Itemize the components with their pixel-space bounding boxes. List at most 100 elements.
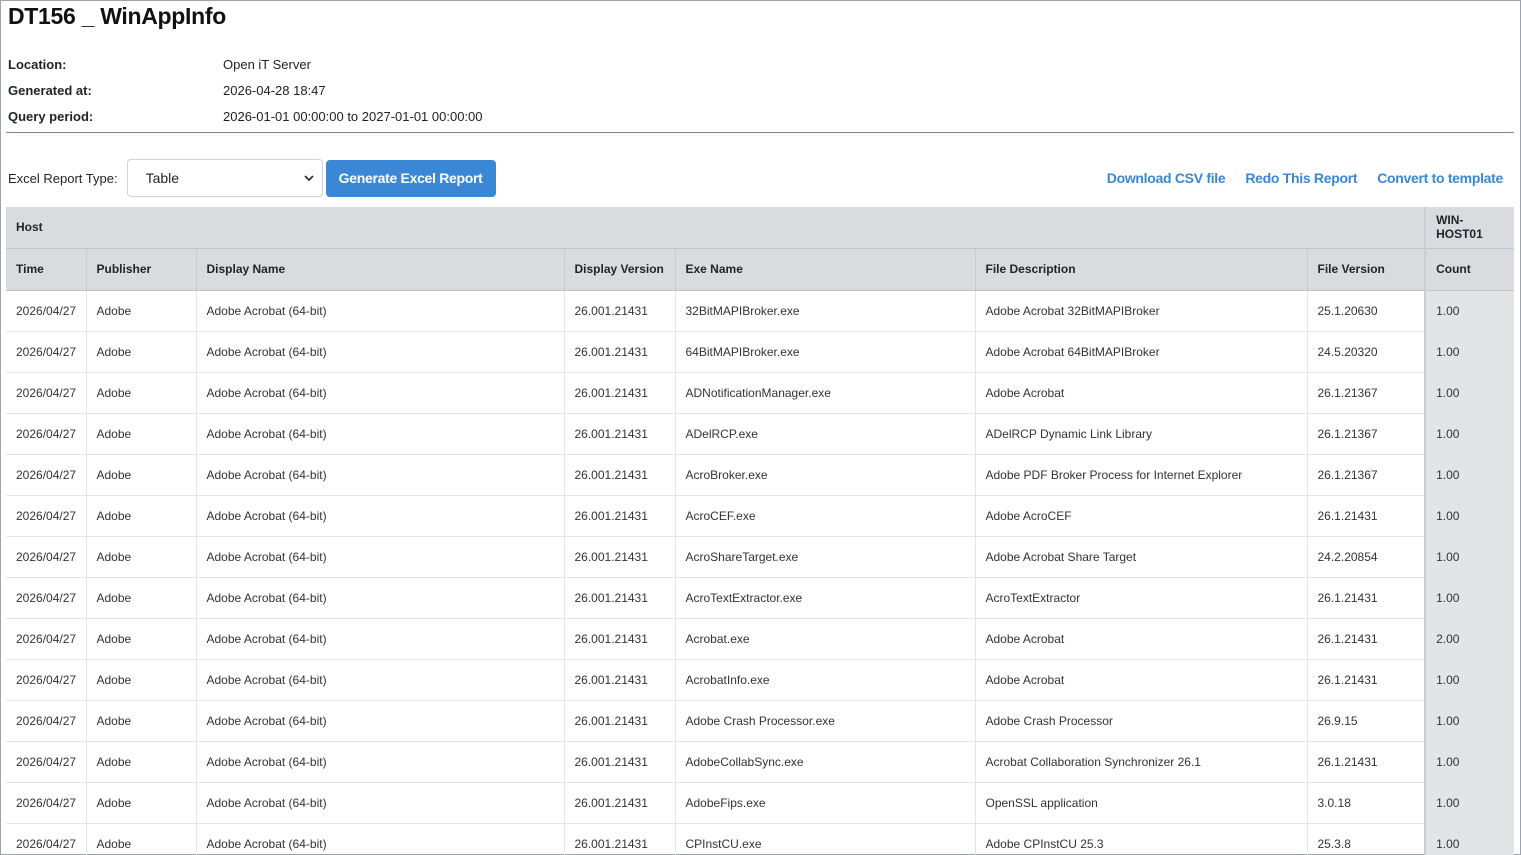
report-table-container[interactable]: Host WIN-HOST01 Time Publisher Display Nam… <box>6 207 1514 855</box>
cell-file-description: Adobe Acrobat 32BitMAPIBroker <box>975 290 1308 332</box>
cell-publisher: Adobe <box>86 536 197 578</box>
cell-display-name: Adobe Acrobat (64-bit) <box>196 495 565 537</box>
cell-time: 2026/04/27 <box>6 618 87 660</box>
cell-time: 2026/04/27 <box>6 372 87 414</box>
cell-file-version: 26.1.21431 <box>1307 659 1426 701</box>
report-type-label: Excel Report Type: <box>8 170 118 186</box>
table-body: 2026/04/27 Adobe Adobe Acrobat (64-bit) 26.… <box>6 290 1514 855</box>
column-header-time[interactable]: Time <box>6 248 87 291</box>
meta-label: Location: <box>8 56 67 72</box>
column-header-exe-name[interactable]: Exe Name <box>675 248 976 291</box>
cell-display-version: 26.001.21431 <box>564 618 676 660</box>
cell-display-version: 26.001.21431 <box>564 700 676 742</box>
meta-label: Generated at: <box>8 82 92 98</box>
cell-display-version: 26.001.21431 <box>564 536 676 578</box>
table-row: 2026/04/27 Adobe Adobe Acrobat (64-bit) 26.… <box>6 700 1514 742</box>
redo-report-link[interactable]: Redo This Report <box>1245 170 1357 186</box>
cell-count: 1.00 <box>1424 782 1514 824</box>
convert-template-link[interactable]: Convert to template <box>1377 170 1503 186</box>
cell-exe-name: 64BitMAPIBroker.exe <box>675 331 976 373</box>
cell-count: 1.00 <box>1424 659 1514 701</box>
table-row: 2026/04/27 Adobe Adobe Acrobat (64-bit) 26.… <box>6 618 1514 660</box>
cell-time: 2026/04/27 <box>6 577 87 619</box>
cell-publisher: Adobe <box>86 495 197 537</box>
cell-exe-name: ADelRCP.exe <box>675 413 976 455</box>
report-type-select[interactable]: Table <box>126 159 323 197</box>
meta-value: Open iT Server <box>223 56 311 72</box>
cell-display-version: 26.001.21431 <box>564 331 676 373</box>
cell-time: 2026/04/27 <box>6 454 87 496</box>
cell-file-description: Acrobat Collaboration Synchronizer 26.1 <box>975 741 1308 783</box>
column-header-count[interactable]: Count <box>1424 248 1514 291</box>
cell-display-version: 26.001.21431 <box>564 454 676 496</box>
cell-file-description: Adobe Acrobat <box>975 618 1308 660</box>
cell-publisher: Adobe <box>86 659 197 701</box>
cell-count: 1.00 <box>1424 495 1514 537</box>
cell-exe-name: Acrobat.exe <box>675 618 976 660</box>
column-header-display-name[interactable]: Display Name <box>196 248 565 291</box>
cell-count: 1.00 <box>1424 536 1514 578</box>
cell-display-name: Adobe Acrobat (64-bit) <box>196 823 565 855</box>
cell-display-version: 26.001.21431 <box>564 290 676 332</box>
meta-generated-at: Generated at: 2026-04-28 18:47 <box>8 77 483 103</box>
cell-exe-name: Adobe Crash Processor.exe <box>675 700 976 742</box>
cell-count: 1.00 <box>1424 372 1514 414</box>
column-header-file-version[interactable]: File Version <box>1307 248 1426 291</box>
cell-publisher: Adobe <box>86 331 197 373</box>
host-header: Host <box>6 207 1426 249</box>
meta-label: Query period: <box>8 108 94 124</box>
host-value: WIN-HOST01 <box>1424 207 1514 249</box>
cell-time: 2026/04/27 <box>6 331 87 373</box>
cell-count: 1.00 <box>1424 823 1514 855</box>
column-header-publisher[interactable]: Publisher <box>86 248 197 291</box>
table-row: 2026/04/27 Adobe Adobe Acrobat (64-bit) 26.… <box>6 290 1514 332</box>
cell-file-description: AcroTextExtractor <box>975 577 1308 619</box>
cell-display-name: Adobe Acrobat (64-bit) <box>196 577 565 619</box>
cell-publisher: Adobe <box>86 741 197 783</box>
cell-file-version: 25.1.20630 <box>1307 290 1426 332</box>
cell-display-name: Adobe Acrobat (64-bit) <box>196 536 565 578</box>
cell-time: 2026/04/27 <box>6 741 87 783</box>
cell-count: 1.00 <box>1424 700 1514 742</box>
cell-count: 1.00 <box>1424 741 1514 783</box>
cell-time: 2026/04/27 <box>6 782 87 824</box>
meta-location: Location: Open iT Server <box>8 51 483 77</box>
cell-exe-name: CPInstCU.exe <box>675 823 976 855</box>
page-title: DT156 _ WinAppInfo <box>8 3 227 29</box>
table-row: 2026/04/27 Adobe Adobe Acrobat (64-bit) 26.… <box>6 413 1514 455</box>
cell-time: 2026/04/27 <box>6 700 87 742</box>
download-csv-link[interactable]: Download CSV file <box>1107 170 1226 186</box>
cell-file-description: Adobe Acrobat <box>975 372 1308 414</box>
cell-exe-name: ADNotificationManager.exe <box>675 372 976 414</box>
table-row: 2026/04/27 Adobe Adobe Acrobat (64-bit) 26.… <box>6 536 1514 578</box>
cell-time: 2026/04/27 <box>6 536 87 578</box>
table-row: 2026/04/27 Adobe Adobe Acrobat (64-bit) 26.… <box>6 782 1514 824</box>
generate-excel-report-button[interactable]: Generate Excel Report <box>325 159 496 197</box>
cell-time: 2026/04/27 <box>6 823 87 855</box>
cell-display-name: Adobe Acrobat (64-bit) <box>196 413 565 455</box>
cell-display-version: 26.001.21431 <box>564 823 676 855</box>
report-table: Host WIN-HOST01 Time Publisher Display Nam… <box>6 207 1514 855</box>
cell-file-version: 26.1.21431 <box>1307 618 1426 660</box>
column-header-display-version[interactable]: Display Version <box>564 248 676 291</box>
cell-file-version: 26.1.21367 <box>1307 372 1426 414</box>
report-type-value: Table <box>145 170 180 186</box>
cell-display-name: Adobe Acrobat (64-bit) <box>196 659 565 701</box>
cell-publisher: Adobe <box>86 618 197 660</box>
cell-display-name: Adobe Acrobat (64-bit) <box>196 741 565 783</box>
cell-exe-name: AcroCEF.exe <box>675 495 976 537</box>
cell-file-version: 3.0.18 <box>1307 782 1426 824</box>
column-header-file-description[interactable]: File Description <box>975 248 1308 291</box>
report-meta: Location: Open iT Server Generated at: 2… <box>8 51 483 129</box>
cell-exe-name: AcroBroker.exe <box>675 454 976 496</box>
cell-publisher: Adobe <box>86 577 197 619</box>
cell-exe-name: AdobeFips.exe <box>675 782 976 824</box>
cell-publisher: Adobe <box>86 290 197 332</box>
cell-display-version: 26.001.21431 <box>564 372 676 414</box>
table-row: 2026/04/27 Adobe Adobe Acrobat (64-bit) 26.… <box>6 495 1514 537</box>
report-actions: Download CSV file Redo This Report Conve… <box>1107 170 1504 186</box>
cell-publisher: Adobe <box>86 700 197 742</box>
table-row: 2026/04/27 Adobe Adobe Acrobat (64-bit) 26.… <box>6 372 1514 414</box>
toolbar: Excel Report Type: Table Generate Excel … <box>8 159 1503 197</box>
column-header-row: Time Publisher Display Name Display Version… <box>6 248 1514 291</box>
